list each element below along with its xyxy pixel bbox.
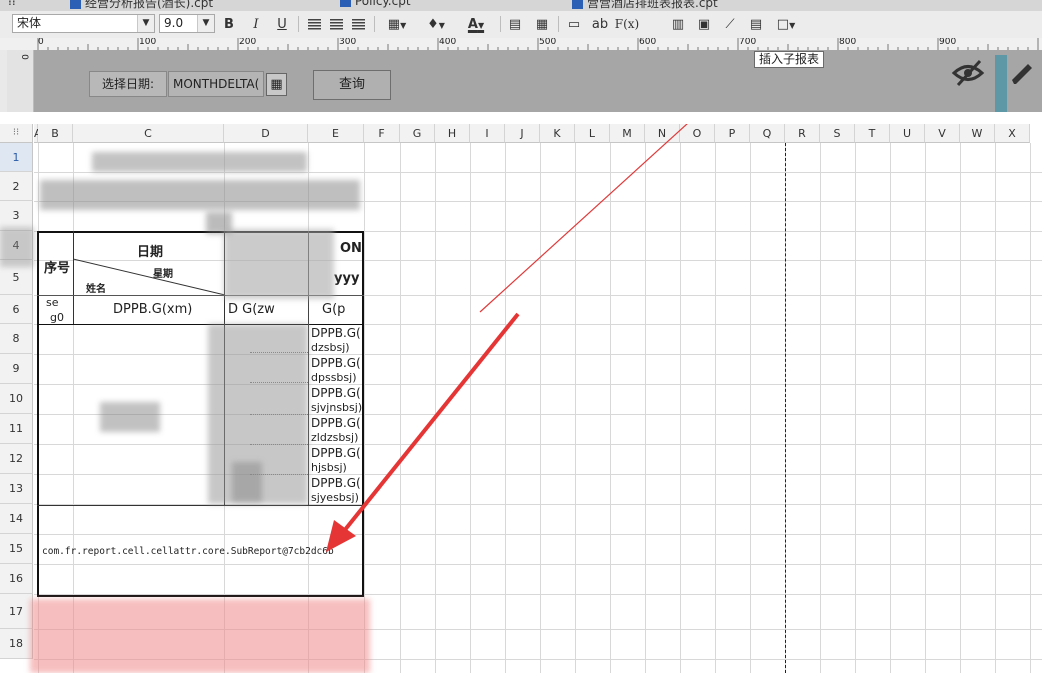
insert-subreport-button[interactable]: ▤: [746, 15, 766, 34]
date-input[interactable]: MONTHDELTA(: [168, 71, 264, 97]
insert-slash-button[interactable]: ⟋: [720, 15, 740, 34]
insert-more-button[interactable]: □▼: [772, 15, 800, 34]
image-icon: ▣: [697, 17, 711, 32]
chevron-down-icon: ▼: [400, 21, 407, 30]
slash-icon: ⟋: [725, 17, 735, 32]
date-label: 选择日期:: [89, 71, 167, 97]
tab-overflow[interactable]: ⁞⁞: [8, 0, 16, 10]
cpt-file-icon: [70, 0, 81, 9]
cpt-file-icon: [572, 0, 583, 9]
insert-formula-button[interactable]: F(x): [614, 15, 640, 34]
annotation-arrow: [326, 124, 688, 552]
subreport-icon: ▤: [749, 17, 763, 32]
font-color-button[interactable]: A▼: [460, 15, 492, 34]
fill-color-button[interactable]: ♦▼: [420, 15, 452, 34]
chevron-down-icon: ▼: [789, 21, 796, 30]
text-cell-icon: ▭: [567, 17, 581, 32]
edit-pencil-icon[interactable]: [1006, 58, 1038, 88]
tab-file-1[interactable]: 经营分析报告(酒长).cpt: [70, 0, 213, 10]
chevron-down-icon[interactable]: ▼: [137, 15, 154, 32]
merge-cells-button[interactable]: ▤: [505, 15, 525, 34]
insert-richtext-button[interactable]: ab: [590, 15, 610, 34]
insert-subreport-tooltip: 插入子报表: [754, 51, 824, 68]
cpt-file-icon: [340, 0, 351, 7]
align-center-icon: [329, 19, 343, 30]
border-icon: ▦: [387, 17, 401, 32]
border-button[interactable]: ▦▼: [382, 15, 412, 34]
parameter-pane: 选择日期: MONTHDELTA( ▦ 查询: [34, 50, 1042, 112]
hide-eye-icon[interactable]: [950, 58, 988, 88]
align-center-button[interactable]: [326, 15, 346, 34]
calendar-button[interactable]: ▦: [266, 73, 287, 96]
calendar-icon: ▦: [270, 77, 283, 92]
tab-file-3[interactable]: 营营酒店排班表报表.cpt: [572, 0, 718, 10]
align-right-icon: [351, 19, 365, 30]
font-size-combo[interactable]: 9.0 ▼: [159, 14, 215, 33]
file-tab-strip: ⁞⁞ 经营分析报告(酒长).cpt Policy.cpt 营营酒店排班表报表.c…: [0, 0, 1042, 11]
paint-bucket-icon: ♦: [427, 17, 439, 32]
bold-button[interactable]: B: [219, 15, 239, 34]
frame-icon: □: [776, 17, 790, 32]
bar-chart-icon: ▥: [671, 17, 685, 32]
chevron-down-icon: ▼: [438, 21, 445, 30]
merge-cells-icon: ▤: [508, 17, 522, 32]
spreadsheet-grid[interactable]: ⁝⁝ ABCDEFGHIJKLMNOPQRSTUVWX 123456891011…: [0, 124, 1042, 673]
insert-text-button[interactable]: ▭: [564, 15, 584, 34]
chevron-down-icon[interactable]: ▼: [197, 15, 214, 32]
insert-image-button[interactable]: ▣: [694, 15, 714, 34]
tab-file-2[interactable]: Policy.cpt: [340, 0, 411, 10]
font-name-combo[interactable]: 宋体 ▼: [12, 14, 155, 33]
align-left-button[interactable]: [304, 15, 324, 34]
vertical-ruler: 0: [7, 50, 34, 112]
underline-button[interactable]: U: [272, 15, 292, 34]
unmerge-cells-icon: ▦: [535, 17, 549, 32]
unmerge-cells-button[interactable]: ▦: [532, 15, 552, 34]
align-left-icon: [307, 19, 321, 30]
format-toolbar: 宋体 ▼ 9.0 ▼ B I U ▦▼ ♦▼ A▼ ▤ ▦ ▭ ab F(x) …: [0, 11, 1042, 39]
query-button[interactable]: 查询: [313, 70, 391, 100]
chevron-down-icon: ▼: [477, 21, 485, 30]
italic-button[interactable]: I: [246, 15, 266, 34]
insert-chart-button[interactable]: ▥: [668, 15, 688, 34]
align-right-button[interactable]: [348, 15, 368, 34]
